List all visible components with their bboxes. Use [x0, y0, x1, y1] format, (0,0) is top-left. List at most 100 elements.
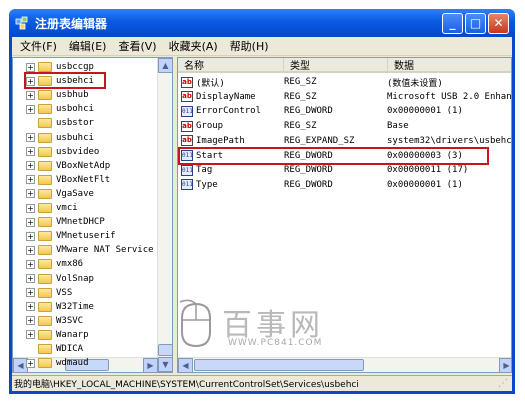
regedit-icon [15, 16, 28, 30]
scroll-right-arrow-icon[interactable]: ▶ [143, 358, 158, 372]
tree-item-label: W32Time [56, 301, 94, 312]
expand-plus-icon[interactable]: + [26, 358, 35, 368]
expand-plus-icon[interactable]: + [26, 62, 35, 72]
resize-grip-icon[interactable]: ⋰ [498, 378, 510, 390]
tree-item[interactable]: + vmx86 [13, 257, 83, 271]
tree-item[interactable]: + VolSnap [13, 272, 94, 286]
string-value-icon: ab [181, 76, 193, 88]
expand-plus-icon[interactable]: + [26, 330, 35, 340]
tree-item[interactable]: + W3SVC [13, 314, 83, 328]
binary-value-icon: 011 [181, 164, 193, 176]
close-button[interactable]: ✕ [488, 12, 509, 34]
value-row[interactable]: 011 Type REG_DWORD 0x00000001 (1) [180, 178, 511, 192]
tree-item[interactable]: + usbohci [13, 102, 94, 116]
tree-item[interactable]: + W32Time [13, 300, 94, 314]
expand-plus-icon[interactable]: + [26, 90, 35, 100]
tree-item[interactable]: + VBoxNetAdp [13, 159, 110, 173]
registry-tree[interactable]: ▲ ▼ ◀ ▶ + usbccgp + usbehci + usbhub + usbohci u… [12, 57, 173, 373]
expand-plus-icon[interactable]: + [26, 259, 35, 269]
value-row[interactable]: 011 ErrorControl REG_DWORD 0x00000001 (1) [180, 104, 511, 118]
highlight-box-start [178, 146, 489, 165]
value-type: REG_SZ [284, 121, 317, 132]
expand-plus-icon[interactable]: + [26, 288, 35, 298]
expand-plus-icon[interactable]: + [26, 147, 35, 157]
value-type: REG_DWORD [284, 179, 333, 190]
expand-plus-icon[interactable]: + [26, 316, 35, 326]
tree-item[interactable]: + VSS [13, 286, 72, 300]
scroll-left-arrow-icon[interactable]: ◀ [178, 358, 193, 372]
tree-item[interactable]: + usbhub [13, 88, 89, 102]
tree-item[interactable]: + VgaSave [13, 187, 94, 201]
value-row[interactable]: 011 Tag REG_DWORD 0x00000011 (17) [180, 163, 511, 177]
column-header-type[interactable]: 类型 [284, 58, 388, 73]
expand-plus-icon[interactable]: + [26, 203, 35, 213]
expand-plus-icon[interactable]: + [26, 175, 35, 185]
tree-item[interactable]: + VMware NAT Service [13, 243, 154, 257]
list-hscroll-thumb[interactable] [194, 359, 364, 371]
value-data: Base [387, 121, 409, 132]
value-row[interactable]: ab DisplayName REG_SZ Microsoft USB 2.0 Enh… [180, 90, 511, 104]
expand-plus-icon[interactable]: + [26, 133, 35, 142]
tree-scroll-thumb[interactable] [158, 344, 172, 356]
menu-view[interactable]: 查看(V) [112, 38, 162, 54]
tree-vertical-scrollbar[interactable]: ▲ ▼ [157, 58, 172, 372]
scroll-up-arrow-icon[interactable]: ▲ [158, 58, 172, 73]
value-name: Type [196, 179, 218, 190]
column-header-data[interactable]: 数据 [388, 58, 511, 73]
tree-item[interactable]: + VBoxNetFlt [13, 173, 110, 187]
expand-plus-icon[interactable]: + [26, 231, 35, 241]
expand-plus-icon[interactable]: + [26, 189, 35, 199]
expand-plus-icon[interactable]: + [26, 217, 35, 227]
expand-plus-icon[interactable]: + [26, 302, 35, 312]
value-name: DisplayName [196, 91, 256, 102]
tree-item-label: VMnetDHCP [56, 217, 105, 228]
tree-item[interactable]: + usbuhci [13, 131, 94, 145]
scroll-right-arrow-icon[interactable]: ▶ [499, 358, 511, 372]
list-horizontal-scrollbar[interactable]: ◀ ▶ [178, 357, 511, 372]
folder-icon [38, 132, 52, 143]
tree-item[interactable]: + usbvideo [13, 145, 99, 159]
expand-plus-icon[interactable]: + [26, 104, 35, 114]
menu-help[interactable]: 帮助(H) [224, 38, 275, 54]
value-data: (数值未设置) [387, 78, 443, 89]
tree-item[interactable]: + vmci [13, 201, 78, 215]
value-data: 0x00000001 (1) [387, 179, 463, 190]
expand-plus-icon[interactable]: + [26, 274, 35, 283]
folder-icon [38, 217, 52, 228]
scroll-down-arrow-icon[interactable]: ▼ [158, 357, 172, 372]
folder-icon [38, 104, 52, 115]
tree-item[interactable]: + VMnetDHCP [13, 215, 105, 229]
tree-item-label: Wanarp [56, 329, 89, 340]
value-data: 0x00000011 (17) [387, 165, 469, 176]
tree-item-label: usbccgp [56, 62, 94, 72]
value-row[interactable]: ab (默认) REG_SZ (数值未设置) [180, 75, 511, 89]
minimize-button[interactable]: _ [442, 12, 463, 34]
maximize-button[interactable]: □ [465, 12, 486, 34]
menu-favorites[interactable]: 收藏夹(A) [163, 38, 224, 54]
title-bar[interactable]: 注册表编辑器 _ □ ✕ [9, 9, 515, 37]
tree-item[interactable]: + wdmaud [13, 356, 89, 370]
menu-file[interactable]: 文件(F) [14, 38, 63, 54]
folder-icon [38, 174, 52, 185]
tree-item[interactable]: WDICA [13, 342, 83, 356]
value-name: (默认) [196, 78, 225, 89]
tree-item-label: usbuhci [56, 132, 94, 143]
string-value-icon: ab [181, 91, 193, 103]
expand-plus-icon[interactable]: + [26, 245, 35, 255]
menu-edit[interactable]: 编辑(E) [63, 38, 113, 54]
binary-value-icon: 011 [181, 105, 193, 117]
tree-item[interactable]: + VMnetuserif [13, 229, 116, 243]
expand-plus-icon[interactable]: + [26, 161, 35, 171]
value-name: Tag [196, 165, 213, 176]
value-row[interactable]: ab Group REG_SZ Base [180, 119, 511, 133]
tree-item[interactable]: usbstor [13, 116, 94, 130]
tree-item-label: VgaSave [56, 188, 94, 199]
tree-item[interactable]: + Wanarp [13, 328, 89, 342]
value-type: REG_SZ [284, 91, 317, 102]
column-header-name[interactable]: 名称 [178, 58, 284, 73]
tree-item-label: VMnetuserif [56, 231, 116, 242]
folder-icon [38, 231, 52, 242]
value-data: Microsoft USB 2.0 Enhan [387, 91, 512, 102]
